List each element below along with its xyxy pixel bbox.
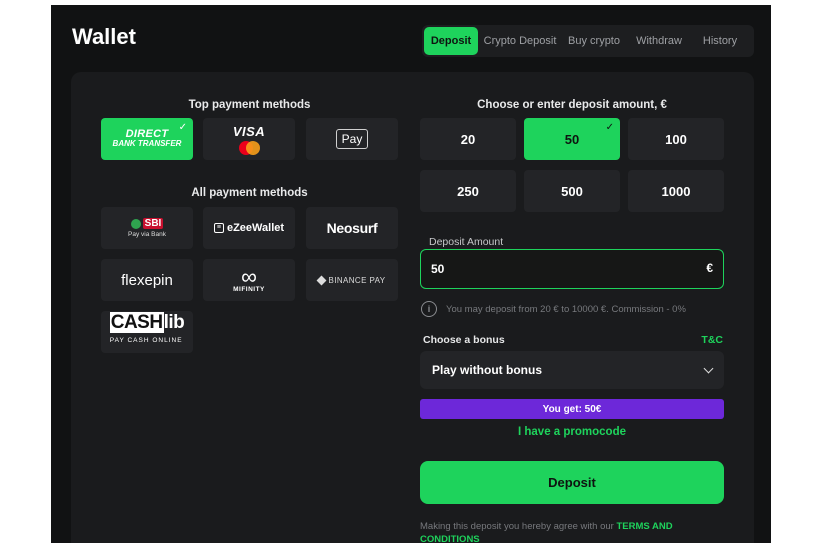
- amount-option-1000[interactable]: 1000: [628, 170, 724, 212]
- promocode-link[interactable]: I have a promocode: [420, 426, 724, 438]
- apple-pay-logo: Pay: [335, 129, 369, 149]
- flexepin-logo: flexepin: [121, 271, 173, 289]
- direct-bank-transfer-logo: DIRECT BANK TRANSFER: [112, 128, 182, 149]
- chevron-down-icon: [703, 363, 714, 373]
- tab-bar: Deposit Crypto Deposit Buy crypto Withdr…: [422, 25, 754, 57]
- neosurf-logo: Neosurf: [326, 220, 378, 236]
- tab-history[interactable]: History: [692, 27, 748, 55]
- infinity-icon: ∞: [241, 263, 257, 289]
- cashlib-logo: CASHlib PAY CASH ONLINE: [109, 312, 185, 344]
- method-mifinity[interactable]: ∞ MIFINITY: [203, 259, 295, 301]
- info-icon: i: [421, 301, 437, 317]
- deposit-button[interactable]: Deposit: [420, 461, 724, 504]
- method-flexepin[interactable]: flexepin: [101, 259, 193, 301]
- checkmark-icon: ✓: [605, 122, 614, 133]
- deposit-limits-text: You may deposit from 20 € to 10000 €. Co…: [446, 303, 686, 315]
- method-visa-mastercard[interactable]: VISA: [203, 118, 295, 160]
- deposit-amount-input[interactable]: [431, 250, 681, 287]
- method-direct-bank-transfer[interactable]: DIRECT BANK TRANSFER ✓: [101, 118, 193, 160]
- deposit-limits-info: i You may deposit from 20 € to 10000 €. …: [421, 301, 686, 317]
- mastercard-icon: [237, 140, 261, 155]
- terms-notice: Making this deposit you hereby agree wit…: [420, 520, 724, 543]
- ezee-icon: ≡: [213, 223, 224, 233]
- bank-dot-icon: [130, 218, 141, 229]
- checkmark-icon: ✓: [178, 122, 187, 133]
- deposit-amount-field: €: [420, 249, 724, 289]
- binance-icon: [317, 275, 327, 285]
- method-binance-pay[interactable]: BINANCE PAY: [306, 259, 398, 301]
- terms-text: Making this deposit you hereby agree wit…: [420, 521, 617, 532]
- method-apple-pay[interactable]: Pay: [306, 118, 398, 160]
- method-pay-via-bank[interactable]: SBI Pay via Bank: [101, 207, 193, 249]
- amount-option-50[interactable]: 50 ✓: [524, 118, 620, 160]
- tc-link[interactable]: T&C: [701, 334, 723, 346]
- bonus-select[interactable]: Play without bonus: [420, 351, 724, 389]
- visa-mastercard-logo: VISA: [233, 124, 265, 155]
- amount-option-100[interactable]: 100: [628, 118, 724, 160]
- wallet-window: Wallet Deposit Crypto Deposit Buy crypto…: [51, 5, 771, 543]
- tab-buy-crypto[interactable]: Buy crypto: [562, 27, 626, 55]
- deposit-panel: Top payment methods DIRECT BANK TRANSFER…: [71, 72, 754, 543]
- amount-option-500[interactable]: 500: [524, 170, 620, 212]
- method-ezeewallet[interactable]: ≡ eZeeWallet: [203, 207, 295, 249]
- tab-withdraw[interactable]: Withdraw: [626, 27, 692, 55]
- amount-title: Choose or enter deposit amount, €: [477, 99, 667, 111]
- tab-deposit[interactable]: Deposit: [424, 27, 478, 55]
- bonus-selected-value: Play without bonus: [432, 363, 542, 377]
- pay-via-bank-logo: SBI Pay via Bank: [128, 218, 166, 238]
- top-methods-title: Top payment methods: [188, 99, 311, 111]
- currency-symbol: €: [706, 261, 713, 275]
- amount-option-20[interactable]: 20: [420, 118, 516, 160]
- page-title: Wallet: [72, 24, 136, 49]
- mifinity-logo: ∞ MIFINITY: [233, 263, 265, 293]
- bonus-label: Choose a bonus: [423, 334, 505, 346]
- binance-pay-logo: BINANCE PAY: [317, 275, 385, 285]
- tab-crypto-deposit[interactable]: Crypto Deposit: [478, 27, 562, 55]
- method-neosurf[interactable]: Neosurf: [306, 207, 398, 249]
- method-cashlib[interactable]: CASHlib PAY CASH ONLINE: [101, 311, 193, 353]
- amount-option-250[interactable]: 250: [420, 170, 516, 212]
- deposit-amount-label: Deposit Amount: [429, 236, 504, 248]
- you-get-banner: You get: 50€: [420, 399, 724, 419]
- ezeewallet-logo: ≡ eZeeWallet: [213, 222, 284, 234]
- all-methods-title: All payment methods: [191, 187, 308, 199]
